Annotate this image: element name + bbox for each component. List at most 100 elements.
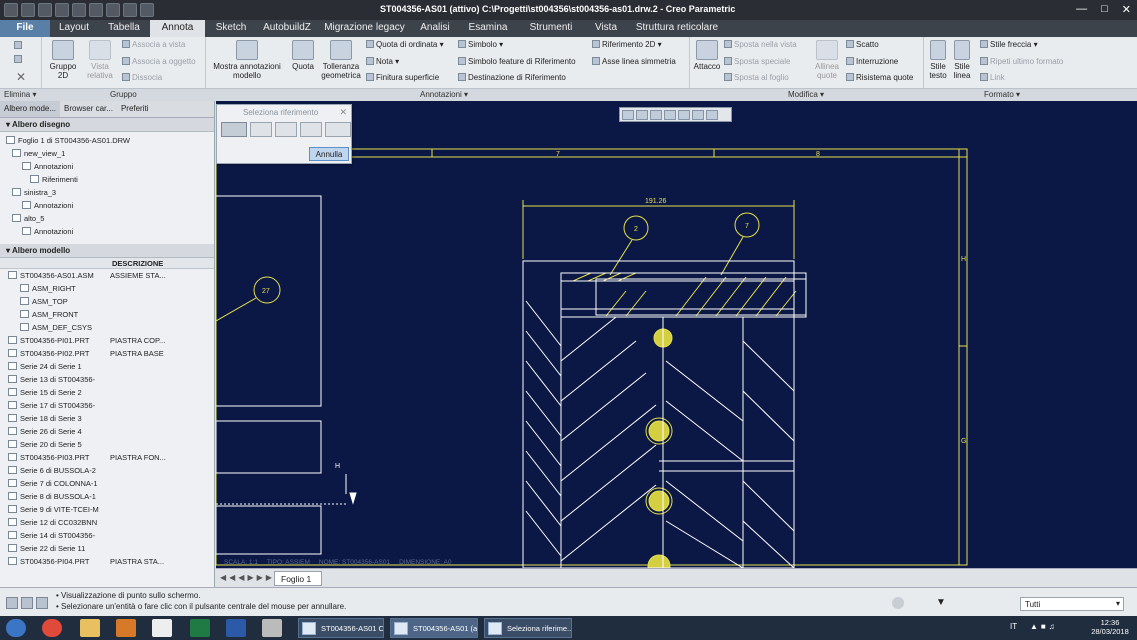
associa-vista-button[interactable]: Associa a vista [122,40,185,49]
model-tree-row[interactable]: ST004356-AS01.ASM ASSIEME STA... [0,269,214,282]
model-tree-row[interactable]: Serie 12 di CC032BNN [0,516,214,529]
link-button[interactable]: Link [980,73,1005,82]
drawing-canvas[interactable]: 191.26 2 7 27 7 8 H G H SCALA: 1:1 TIPO:… [216,101,1137,568]
model-tree-row[interactable]: Serie 15 di Serie 2 [0,386,214,399]
delete-icon[interactable]: ✕ [16,70,26,84]
tab-layout[interactable]: Layout [50,20,98,37]
save-icon[interactable] [55,3,69,17]
task-creo-1[interactable]: ST004356-AS01 C... [298,618,384,638]
datum-display-icon[interactable] [706,110,718,120]
drawing-tree-references-item[interactable]: Riferimenti [0,173,214,186]
nota-button[interactable]: Nota ▾ [366,57,399,66]
quota-ordinata-button[interactable]: Quota di ordinata ▾ [366,40,444,49]
model-tree-row[interactable]: Serie 8 di BUSSOLA-1 [0,490,214,503]
tab-struttura-reticolare[interactable]: Struttura reticolare [628,20,726,37]
task-creo-2[interactable]: ST004356-AS01 (a... [390,618,478,638]
annulla-button[interactable]: Annulla [309,147,349,161]
sposta-foglio-button[interactable]: Sposta al foglio [724,73,789,82]
drawing-tree-sheet-item[interactable]: Foglio 1 di ST004356-AS01.DRW [0,134,214,147]
tray-icons[interactable]: ▲■♫ [1030,622,1058,631]
refit-icon[interactable] [622,110,634,120]
minimize-icon[interactable]: — [1076,3,1087,16]
finitura-button[interactable]: Finitura superficie [366,73,439,82]
filter-icon[interactable]: ▼ [936,597,946,608]
drawing-tree-view-alto-5[interactable]: alto_5 [0,212,214,225]
model-tree-row[interactable]: Serie 24 di Serie 1 [0,360,214,373]
tab-vista[interactable]: Vista [584,20,628,37]
tab-autobuildz[interactable]: AutobuildZ [257,20,317,37]
stile-testo-button[interactable]: Stile testo [926,40,950,80]
sposta-speciale-button[interactable]: Sposta speciale [724,57,790,66]
repaint-icon[interactable] [664,110,676,120]
language-indicator[interactable]: IT [1010,622,1017,631]
stile-linea-button[interactable]: Stile linea [950,40,974,80]
model-tree-row[interactable]: Serie 26 di Serie 4 [0,425,214,438]
chrome-icon[interactable] [42,619,62,637]
attacco-button[interactable]: Attacco [692,40,722,71]
display-style-icon[interactable] [678,110,690,120]
tab-file[interactable]: File [0,20,50,37]
tab-annota[interactable]: Annota [150,20,205,37]
formato-label[interactable]: Formato ▾ [984,90,1020,99]
start-icon[interactable] [6,619,26,637]
model-tree-header[interactable]: ▾ Albero modello [0,244,214,258]
tab-foglio-1[interactable]: Foglio 1 [274,571,322,586]
tab-esamina[interactable]: Esamina [458,20,518,37]
fullscreen-icon[interactable] [36,597,48,609]
model-tree-row[interactable]: Serie 18 di Serie 3 [0,412,214,425]
quota-button[interactable]: Quota [288,40,318,71]
tab-tabella[interactable]: Tabella [98,20,150,37]
mostra-annotazioni-button[interactable]: Mostra annotazioni modello [208,40,286,80]
dissocia-button[interactable]: Dissocia [122,73,162,82]
model-tree-row[interactable]: ASM_FRONT [0,308,214,321]
associa-oggetto-button[interactable]: Associa a oggetto [122,57,196,66]
tab-albero-modello[interactable]: Albero mode... [0,101,61,117]
simbolo-feature-button[interactable]: Simbolo feature di Riferimento [458,57,576,66]
tab-migrazione-legacy[interactable]: Migrazione legacy [317,20,412,37]
model-tree-row[interactable]: ST004356-PI03.PRT PIASTRA FON... [0,451,214,464]
model-tree-row[interactable]: Serie 7 di COLONNA-1 [0,477,214,490]
line-icon[interactable] [275,122,297,137]
model-tree-row[interactable]: Serie 20 di Serie 5 [0,438,214,451]
scatto-button[interactable]: Scatto [846,40,879,49]
word-icon[interactable] [226,619,246,637]
task-seleziona[interactable]: Seleziona riferime... [484,618,572,638]
drawing-tree-annotations-item[interactable]: Annotazioni [0,225,214,238]
windows-icon[interactable] [123,3,137,17]
vista-relativa-button[interactable]: Vista relativa [82,40,118,80]
riferimento-2d-button[interactable]: Riferimento 2D ▾ [592,40,662,49]
browser-toggle-icon[interactable] [21,597,33,609]
model-tree-row[interactable]: Serie 6 di BUSSOLA-2 [0,464,214,477]
clock[interactable]: 12:36 28/03/2018 [1090,618,1130,636]
tab-preferiti[interactable]: Preferiti [117,101,153,117]
select-entity-icon[interactable] [221,122,247,137]
zoom-in-icon[interactable] [636,110,648,120]
ripeti-formato-button[interactable]: Ripeti ultimo formato [980,57,1063,66]
navigator-toggle-icon[interactable] [6,597,18,609]
model-tree-row[interactable]: ASM_DEF_CSYS [0,321,214,334]
ristema-quote-button[interactable]: Risistema quote [846,73,913,82]
model-tree-row[interactable]: Serie 9 di VITE-TCEI-M [0,503,214,516]
annotazioni-label[interactable]: Annotazioni ▾ [420,90,468,99]
asse-linea-button[interactable]: Asse linea simmetria [592,57,676,66]
interruzione-button[interactable]: Interruzione [846,57,898,66]
annotation-display-icon[interactable] [692,110,704,120]
model-tree-row[interactable]: Serie 22 di Serie 11 [0,542,214,555]
copy-icon[interactable] [14,41,24,50]
axis-icon[interactable] [325,122,351,137]
media-player-icon[interactable] [116,619,136,637]
model-tree-row[interactable]: Serie 17 di ST004356- [0,399,214,412]
tab-strumenti[interactable]: Strumenti [518,20,584,37]
drawing-tree-annotations-item[interactable]: Annotazioni [0,160,214,173]
explorer-icon[interactable] [80,619,100,637]
model-tree-row[interactable]: ST004356-PI02.PRT PIASTRA BASE [0,347,214,360]
zoom-out-icon[interactable] [650,110,662,120]
gruppo-2d-button[interactable]: Gruppo 2D [46,40,80,80]
7zip-icon[interactable] [152,619,172,637]
redo-icon[interactable] [89,3,103,17]
point-icon[interactable] [300,122,322,137]
regenerate-icon[interactable] [106,3,120,17]
open-icon[interactable] [38,3,52,17]
tolleranza-button[interactable]: Tolleranza geometrica [318,40,364,80]
model-tree-row[interactable]: ST004356-PI01.PRT PIASTRA COP... [0,334,214,347]
